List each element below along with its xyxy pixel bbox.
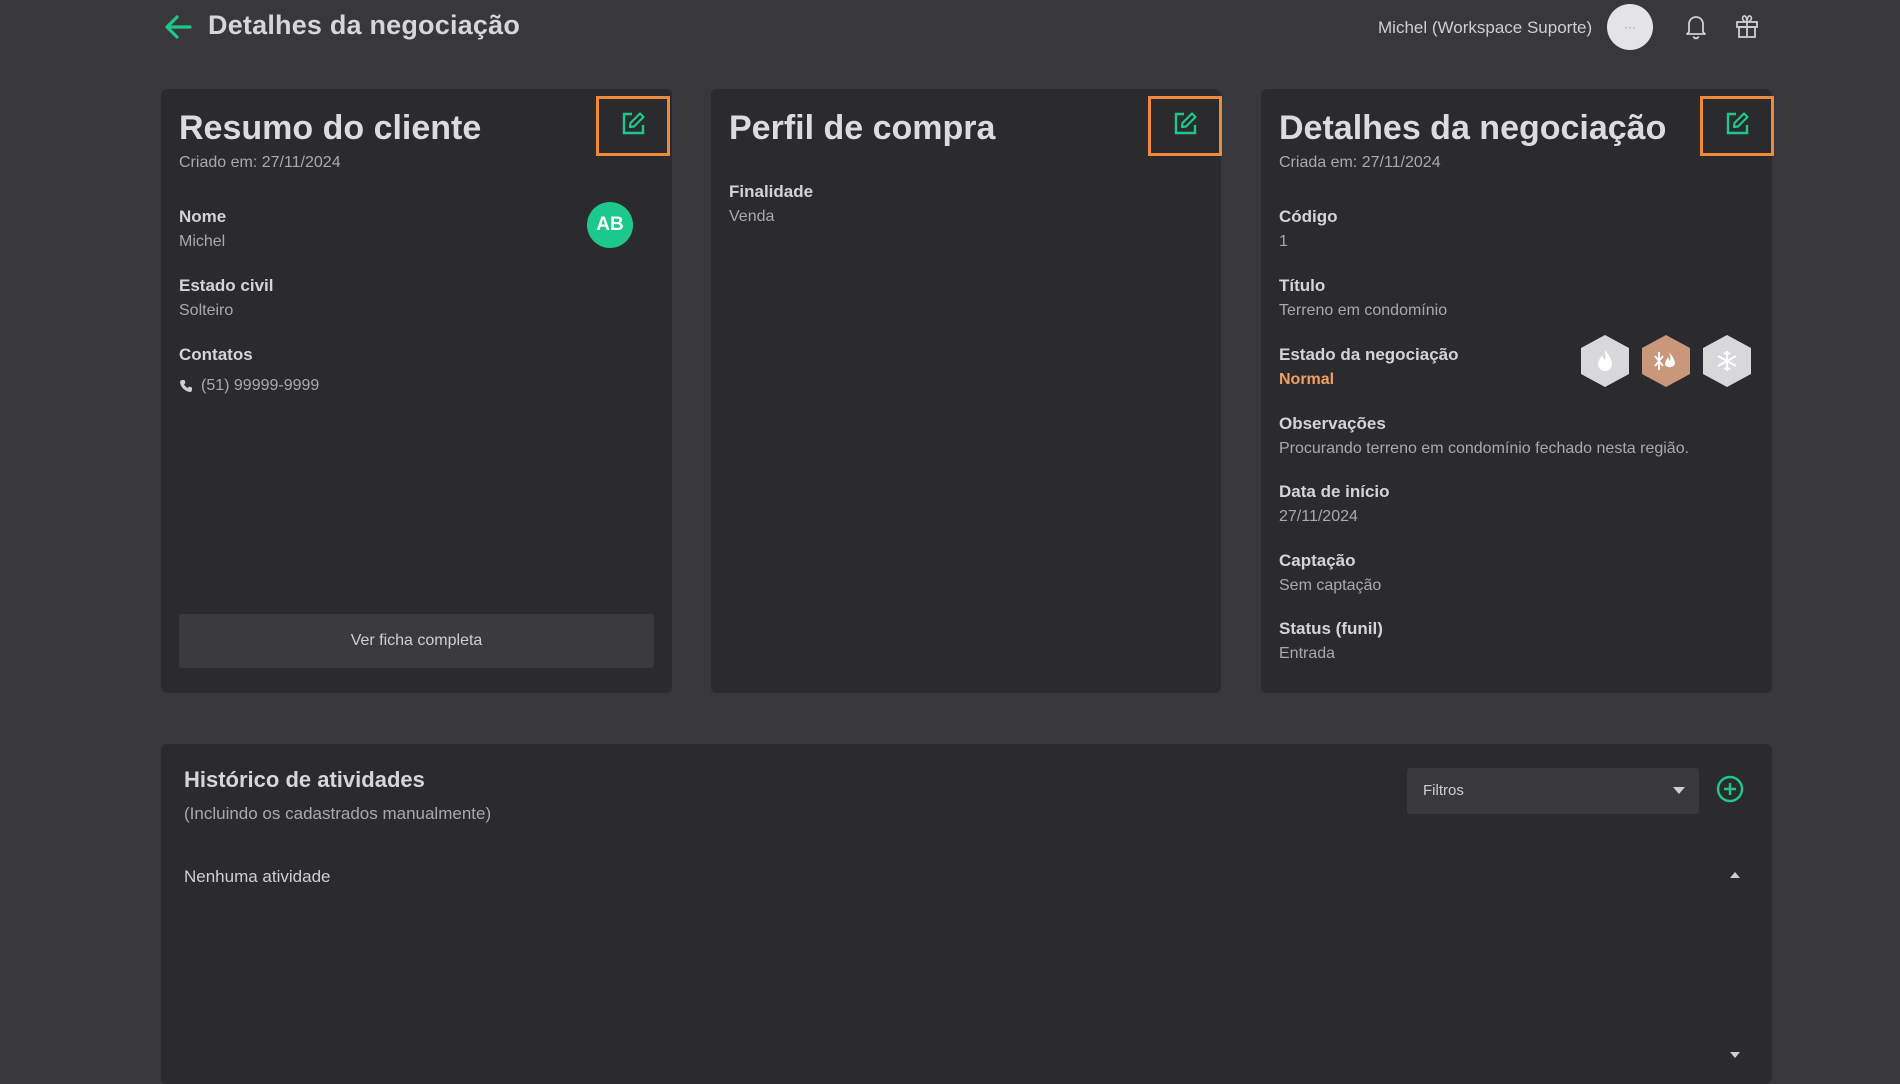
user-avatar[interactable]: ··· (1607, 4, 1653, 50)
purpose-value: Venda (729, 208, 775, 225)
hot-flame-icon[interactable] (1581, 335, 1629, 387)
plus-circle-icon (1716, 775, 1744, 803)
top-bar: Detalhes da negociação Michel (Workspace… (0, 0, 1900, 56)
deal-title-label: Título (1279, 276, 1326, 295)
gift-icon[interactable] (1733, 12, 1761, 40)
notes-value: Procurando terreno em condomínio fechado… (1279, 440, 1690, 457)
activity-title: Histórico de atividades (184, 767, 425, 792)
edit-client-button[interactable] (596, 96, 670, 156)
civil-status-value: Solteiro (179, 302, 234, 319)
deal-card-title: Detalhes da negociação (1279, 109, 1667, 147)
code-value: 1 (1279, 233, 1288, 250)
deal-details-card: Detalhes da negociação Criada em: 27/11/… (1261, 89, 1774, 693)
avatar-placeholder: ··· (1624, 20, 1636, 34)
no-activity-text: Nenhuma atividade (184, 867, 331, 886)
purchase-profile-card: Perfil de compra Finalidade Venda (711, 89, 1222, 693)
deal-title-value: Terreno em condomínio (1279, 302, 1448, 319)
view-full-record-button[interactable]: Ver ficha completa (179, 614, 654, 668)
name-label: Nome (179, 207, 227, 226)
deal-state-value: Normal (1279, 371, 1335, 388)
client-summary-card: Resumo do cliente Criado em: 27/11/2024 … (161, 89, 672, 693)
client-avatar: AB (587, 202, 633, 248)
capture-value: Sem captação (1279, 577, 1382, 594)
back-arrow-icon[interactable] (162, 12, 194, 42)
caret-down-icon (1673, 787, 1685, 794)
name-value: Michel (179, 233, 226, 250)
edit-deal-button[interactable] (1700, 96, 1774, 156)
start-date-label: Data de início (1279, 482, 1390, 501)
start-date-value: 27/11/2024 (1279, 508, 1358, 525)
expand-caret-icon[interactable] (1730, 1052, 1740, 1058)
edit-icon (619, 110, 647, 143)
notes-label: Observações (1279, 414, 1386, 433)
profile-card-title: Perfil de compra (729, 109, 996, 147)
deal-state-label: Estado da negociação (1279, 345, 1459, 364)
edit-icon (1723, 110, 1751, 143)
page-title: Detalhes da negociação (208, 10, 521, 40)
client-created-date: Criado em: 27/11/2024 (179, 154, 341, 171)
activity-history-panel: Histórico de atividades (Incluindo os ca… (161, 744, 1772, 1084)
warm-cold-icon[interactable] (1642, 335, 1690, 387)
client-card-title: Resumo do cliente (179, 109, 482, 147)
capture-label: Captação (1279, 551, 1356, 570)
civil-status-label: Estado civil (179, 276, 274, 295)
contacts-label: Contatos (179, 345, 253, 364)
add-activity-button[interactable] (1715, 774, 1745, 804)
phone-icon (179, 379, 193, 393)
edit-icon (1171, 110, 1199, 143)
edit-profile-button[interactable] (1148, 96, 1222, 156)
code-label: Código (1279, 207, 1338, 226)
activity-subtitle: (Incluindo os cadastrados manualmente) (184, 804, 492, 823)
filters-dropdown[interactable]: Filtros (1407, 768, 1699, 814)
filters-label: Filtros (1423, 782, 1464, 799)
collapse-caret-icon[interactable] (1730, 872, 1740, 878)
funnel-status-label: Status (funil) (1279, 619, 1383, 638)
deal-created-date: Criada em: 27/11/2024 (1279, 154, 1441, 171)
bell-icon[interactable] (1682, 12, 1710, 40)
phone-contact[interactable]: (51) 99999-9999 (179, 377, 319, 395)
cold-snowflake-icon[interactable] (1703, 335, 1751, 387)
phone-number: (51) 99999-9999 (201, 377, 320, 394)
user-name: Michel (Workspace Suporte) (1378, 18, 1593, 37)
purpose-label: Finalidade (729, 182, 814, 201)
funnel-status-value: Entrada (1279, 645, 1336, 662)
